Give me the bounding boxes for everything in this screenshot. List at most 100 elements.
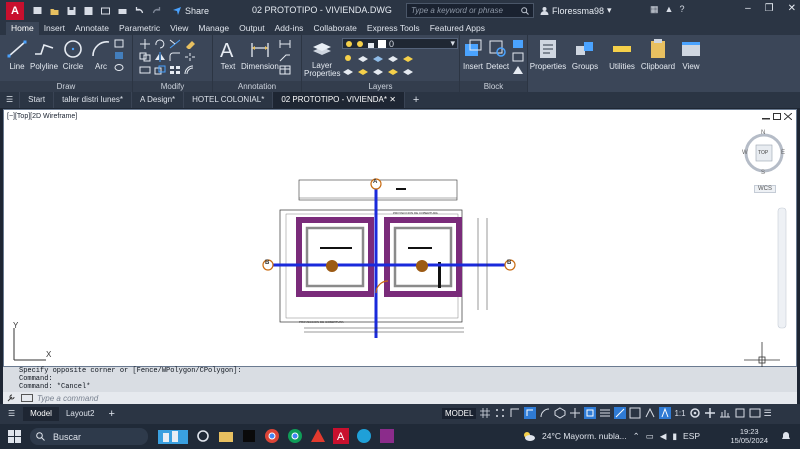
tab-featured-apps[interactable]: Featured Apps — [425, 22, 490, 35]
dimension-tool[interactable]: Dimension — [241, 38, 279, 71]
line-tool[interactable]: Line — [6, 38, 28, 71]
draw-panel-title[interactable]: Draw — [0, 81, 132, 92]
layer-off-icon[interactable] — [342, 53, 354, 63]
autocad-menu-button[interactable]: A — [6, 1, 24, 20]
tab-insert[interactable]: Insert — [39, 22, 70, 35]
block-panel-title[interactable]: Block — [460, 81, 527, 92]
isometric-icon[interactable] — [554, 407, 566, 419]
annotation-panel-title[interactable]: Annotation — [213, 81, 301, 92]
chrome-profile-icon[interactable] — [287, 428, 303, 444]
taskbar-clock[interactable]: 19:23 15/05/2024 — [730, 427, 768, 445]
command-line-input[interactable]: Type a command — [3, 392, 797, 404]
wrench-icon[interactable] — [7, 394, 16, 402]
add-layout-button[interactable]: + — [101, 407, 121, 421]
rectangle-icon[interactable] — [114, 39, 124, 48]
tab-express-tools[interactable]: Express Tools — [362, 22, 425, 35]
save-icon[interactable] — [66, 6, 77, 16]
layer-thaw-icon[interactable] — [387, 66, 399, 76]
polyline-tool[interactable]: Polyline — [30, 38, 58, 71]
task-view-icon[interactable] — [195, 428, 211, 444]
notification-bell-icon[interactable] — [780, 430, 792, 442]
annotation-scale[interactable]: 1:1 — [674, 409, 685, 418]
model-space-button[interactable]: MODEL — [442, 407, 477, 419]
grid-icon[interactable] — [479, 407, 491, 419]
battery-icon[interactable]: ▮ — [672, 431, 677, 442]
layer-walk-icon[interactable] — [357, 66, 369, 76]
doc-tab-prototipo-vivienda[interactable]: 02 PROTOTIPO - VIVIENDA* ✕ — [273, 92, 405, 108]
doc-tab-start[interactable]: Start — [20, 92, 55, 108]
attribute-icon[interactable] — [512, 65, 524, 75]
close-tab-icon[interactable]: ✕ — [389, 95, 396, 104]
autodesk-app-icon[interactable]: ▲ — [665, 4, 674, 15]
layer-match-icon[interactable] — [402, 53, 414, 63]
drawing-viewport[interactable]: [−][Top][2D Wireframe] A B B PROYECCION … — [3, 109, 797, 368]
new-icon[interactable] — [32, 6, 43, 16]
user-account[interactable]: Floressma98 ▾ — [540, 5, 612, 16]
ellipse-icon[interactable] — [114, 63, 124, 72]
layer-unlock-icon[interactable] — [402, 66, 414, 76]
layer-lock-icon[interactable] — [387, 53, 399, 63]
rotate-icon[interactable] — [154, 39, 166, 49]
annotation-visibility-icon[interactable] — [644, 407, 656, 419]
redo-icon[interactable] — [151, 6, 162, 16]
table-icon[interactable] — [279, 65, 291, 75]
create-block-icon[interactable] — [512, 39, 524, 49]
volume-icon[interactable]: ◀ — [660, 431, 667, 442]
stretch-icon[interactable] — [139, 65, 151, 75]
hatch-icon[interactable] — [114, 51, 124, 60]
wcs-menu[interactable]: WCS — [754, 185, 776, 193]
fillet-icon[interactable] — [169, 52, 181, 62]
isolate-objects-icon[interactable] — [734, 407, 746, 419]
pdf-app-icon[interactable] — [310, 428, 326, 444]
object-snap-icon[interactable] — [584, 407, 597, 419]
layout-menu-icon[interactable]: ☰ — [0, 407, 23, 421]
tab-view[interactable]: View — [165, 22, 193, 35]
copy-icon[interactable] — [139, 52, 151, 62]
polar-tracking-icon[interactable] — [539, 407, 551, 419]
arc-tool[interactable]: Arc — [90, 38, 112, 71]
tab-model[interactable]: Model — [23, 407, 59, 421]
viewcube-west[interactable]: W — [742, 150, 748, 156]
chrome-icon[interactable] — [264, 428, 280, 444]
snap-icon[interactable] — [494, 407, 506, 419]
workspace-gear-icon[interactable] — [689, 407, 701, 419]
offset-icon[interactable] — [184, 65, 196, 75]
hamburger-menu-icon[interactable]: ☰ — [0, 92, 21, 108]
share-button[interactable]: Share — [172, 6, 209, 16]
tab-add-ins[interactable]: Add-ins — [270, 22, 309, 35]
groups-tool[interactable]: Groups — [568, 38, 602, 71]
units-icon[interactable] — [719, 407, 731, 419]
tab-manage[interactable]: Manage — [193, 22, 234, 35]
lineweight-icon[interactable] — [599, 407, 611, 419]
viewcube-top-label[interactable]: TOP — [758, 150, 768, 156]
erase-icon[interactable] — [184, 39, 196, 49]
edge-icon[interactable] — [356, 428, 372, 444]
array-icon[interactable] — [169, 65, 181, 75]
cart-icon[interactable]: ▦ — [650, 4, 659, 15]
view-tool[interactable]: View — [676, 38, 706, 71]
transparency-icon[interactable] — [614, 407, 627, 419]
save-as-icon[interactable] — [83, 6, 94, 16]
selection-cycling-icon[interactable] — [629, 407, 641, 419]
layer-properties-tool[interactable]: Layer Properties — [304, 38, 340, 78]
tray-chevron-icon[interactable]: ⌃ — [633, 431, 640, 442]
clipboard-tool[interactable]: Clipboard — [639, 38, 677, 71]
leader-icon[interactable] — [279, 52, 291, 62]
mirror-icon[interactable] — [154, 52, 166, 62]
minimize-icon[interactable]: – — [745, 3, 751, 14]
auto-scale-icon[interactable] — [659, 407, 672, 419]
open-icon[interactable] — [49, 6, 60, 16]
plot-icon[interactable] — [117, 6, 128, 16]
file-explorer-icon[interactable] — [218, 428, 234, 444]
close-icon[interactable]: ✕ — [788, 3, 796, 14]
tab-parametric[interactable]: Parametric — [114, 22, 165, 35]
modify-panel-title[interactable]: Modify — [133, 81, 212, 92]
tab-annotate[interactable]: Annotate — [70, 22, 114, 35]
maximize-icon[interactable]: ❐ — [765, 3, 774, 14]
viewcube-east[interactable]: E — [781, 150, 785, 156]
taskbar-search[interactable]: Buscar — [30, 428, 148, 445]
autocad-taskbar-icon[interactable]: A — [333, 428, 349, 444]
doc-tab-hotel-colonial[interactable]: HOTEL COLONIAL* — [184, 92, 274, 108]
edit-block-icon[interactable] — [512, 52, 524, 62]
layer-isolate-icon[interactable] — [357, 53, 369, 63]
